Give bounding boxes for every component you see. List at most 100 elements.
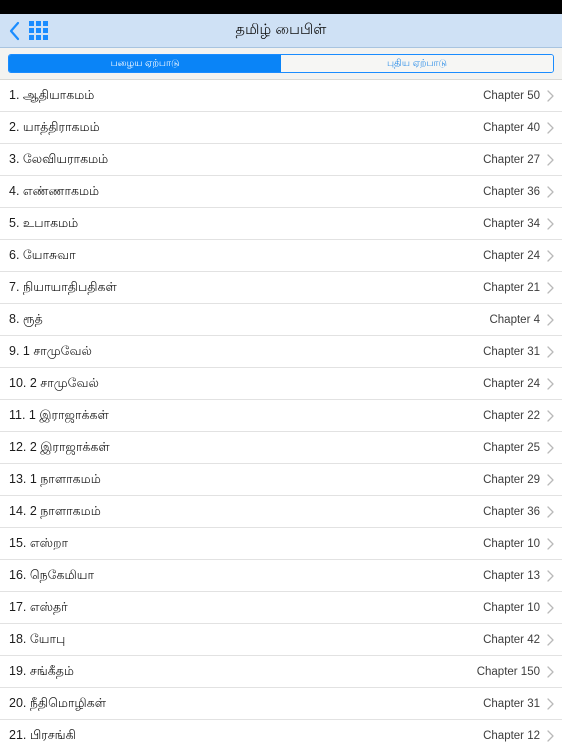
chapter-count: Chapter 22 (483, 409, 540, 422)
table-row[interactable]: 9. 1 சாமுவேல் Chapter 31 (0, 336, 562, 368)
book-name: 13. 1 நாளாகமம் (9, 471, 101, 486)
grid-cell (36, 28, 41, 33)
book-list[interactable]: 1. ஆதியாகமம் Chapter 50 2. யாத்திராகமம் Cha… (0, 80, 562, 748)
row-accessory: Chapter 40 (483, 122, 554, 134)
disclosure-chevron-icon (547, 729, 554, 742)
chapter-count: Chapter 12 (483, 729, 540, 742)
table-row[interactable]: 7. நியாயாதிபதிகள் Chapter 21 (0, 272, 562, 304)
table-row[interactable]: 21. பிரசங்கி Chapter 12 (0, 720, 562, 748)
chapter-count: Chapter 4 (489, 313, 540, 326)
status-bar (0, 0, 562, 14)
book-name: 18. யோபு (9, 631, 66, 646)
table-row[interactable]: 6. யோசுவா Chapter 24 (0, 240, 562, 272)
row-accessory: Chapter 31 (483, 698, 554, 710)
book-name: 14. 2 நாளாகமம் (9, 503, 101, 518)
disclosure-chevron-icon (547, 121, 554, 134)
disclosure-chevron-icon (547, 665, 554, 678)
page-title: தமிழ் பைபிள் (235, 21, 327, 38)
table-row[interactable]: 13. 1 நாளாகமம் Chapter 29 (0, 464, 562, 496)
row-accessory: Chapter 36 (483, 506, 554, 518)
table-row[interactable]: 17. எஸ்தர் Chapter 10 (0, 592, 562, 624)
row-accessory: Chapter 10 (483, 538, 554, 550)
chapter-count: Chapter 24 (483, 249, 540, 262)
segmented-control-container: பழைய ஏற்பாடு புதிய ஏற்பாடு (0, 48, 562, 80)
app-root: தமிழ் பைபிள் பழைய ஏற்பாடு புதிய ஏற்பாடு … (0, 0, 562, 750)
book-name: 17. எஸ்தர் (9, 599, 68, 614)
disclosure-chevron-icon (547, 281, 554, 294)
disclosure-chevron-icon (547, 185, 554, 198)
grid-cell (29, 28, 34, 33)
book-name: 8. ரூத் (9, 311, 43, 326)
grid-cell (43, 21, 48, 26)
table-row[interactable]: 4. எண்ணாகமம் Chapter 36 (0, 176, 562, 208)
disclosure-chevron-icon (547, 249, 554, 262)
book-name: 5. உபாகமம் (9, 215, 79, 230)
disclosure-chevron-icon (547, 601, 554, 614)
segment-old-testament[interactable]: பழைய ஏற்பாடு (9, 55, 281, 72)
segment-new-testament[interactable]: புதிய ஏற்பாடு (281, 55, 553, 72)
row-accessory: Chapter 42 (483, 634, 554, 646)
row-accessory: Chapter 22 (483, 410, 554, 422)
disclosure-chevron-icon (547, 505, 554, 518)
row-accessory: Chapter 12 (483, 730, 554, 742)
disclosure-chevron-icon (547, 89, 554, 102)
book-name: 15. எஸ்றா (9, 535, 69, 550)
table-row[interactable]: 20. நீதிமொழிகள் Chapter 31 (0, 688, 562, 720)
table-row[interactable]: 3. லேவியராகமம் Chapter 27 (0, 144, 562, 176)
chapter-count: Chapter 50 (483, 89, 540, 102)
table-row[interactable]: 11. 1 இராஜாக்கள் Chapter 22 (0, 400, 562, 432)
row-accessory: Chapter 36 (483, 186, 554, 198)
chapter-count: Chapter 27 (483, 153, 540, 166)
table-row[interactable]: 14. 2 நாளாகமம் Chapter 36 (0, 496, 562, 528)
row-accessory: Chapter 150 (477, 666, 554, 678)
disclosure-chevron-icon (547, 441, 554, 454)
table-row[interactable]: 5. உபாகமம் Chapter 34 (0, 208, 562, 240)
table-row[interactable]: 8. ரூத் Chapter 4 (0, 304, 562, 336)
book-name: 4. எண்ணாகமம் (9, 183, 100, 198)
table-row[interactable]: 15. எஸ்றா Chapter 10 (0, 528, 562, 560)
table-row[interactable]: 18. யோபு Chapter 42 (0, 624, 562, 656)
disclosure-chevron-icon (547, 409, 554, 422)
disclosure-chevron-icon (547, 153, 554, 166)
table-row[interactable]: 16. நெகேமியா Chapter 13 (0, 560, 562, 592)
book-name: 12. 2 இராஜாக்கள் (9, 439, 110, 454)
disclosure-chevron-icon (547, 217, 554, 230)
row-accessory: Chapter 24 (483, 250, 554, 262)
row-accessory: Chapter 50 (483, 90, 554, 102)
disclosure-chevron-icon (547, 377, 554, 390)
disclosure-chevron-icon (547, 697, 554, 710)
book-name: 19. சங்கீதம் (9, 663, 74, 678)
book-name: 3. லேவியராகமம் (9, 151, 109, 166)
navigation-bar: தமிழ் பைபிள் (0, 14, 562, 48)
nav-left-controls (0, 14, 48, 47)
table-row[interactable]: 1. ஆதியாகமம் Chapter 50 (0, 80, 562, 112)
table-row[interactable]: 10. 2 சாமுவேல் Chapter 24 (0, 368, 562, 400)
row-accessory: Chapter 31 (483, 346, 554, 358)
book-name: 2. யாத்திராகமம் (9, 119, 100, 134)
row-accessory: Chapter 4 (489, 314, 554, 326)
disclosure-chevron-icon (547, 313, 554, 326)
row-accessory: Chapter 21 (483, 282, 554, 294)
book-name: 10. 2 சாமுவேல் (9, 375, 99, 390)
chapter-count: Chapter 21 (483, 281, 540, 294)
table-row[interactable]: 12. 2 இராஜாக்கள் Chapter 25 (0, 432, 562, 464)
chapter-count: Chapter 29 (483, 473, 540, 486)
row-accessory: Chapter 29 (483, 474, 554, 486)
chapter-count: Chapter 24 (483, 377, 540, 390)
book-name: 21. பிரசங்கி (9, 727, 76, 742)
grid-cell (43, 35, 48, 40)
row-accessory: Chapter 27 (483, 154, 554, 166)
book-name: 7. நியாயாதிபதிகள் (9, 279, 117, 294)
grid-menu-icon[interactable] (29, 21, 48, 40)
table-row[interactable]: 19. சங்கீதம் Chapter 150 (0, 656, 562, 688)
chapter-count: Chapter 13 (483, 569, 540, 582)
back-chevron-icon[interactable] (6, 20, 22, 42)
testament-segmented-control[interactable]: பழைய ஏற்பாடு புதிய ஏற்பாடு (8, 54, 554, 73)
row-accessory: Chapter 24 (483, 378, 554, 390)
disclosure-chevron-icon (547, 633, 554, 646)
chapter-count: Chapter 34 (483, 217, 540, 230)
chapter-count: Chapter 25 (483, 441, 540, 454)
grid-cell (29, 21, 34, 26)
grid-cell (29, 35, 34, 40)
table-row[interactable]: 2. யாத்திராகமம் Chapter 40 (0, 112, 562, 144)
